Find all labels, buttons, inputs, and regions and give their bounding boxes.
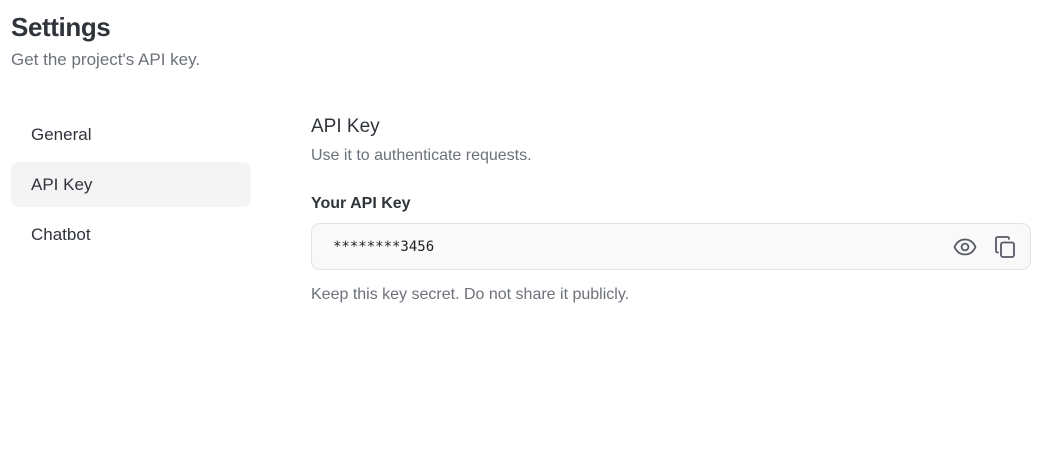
section-title: API Key [311, 116, 380, 137]
api-key-section: API Key Use it to authenticate requests.… [311, 114, 1031, 306]
settings-sidebar: General API Key Chatbot [11, 112, 251, 262]
sidebar-item-label: Chatbot [31, 224, 91, 244]
sidebar-item-label: General [31, 124, 92, 144]
api-key-label: Your API Key [311, 195, 411, 212]
copy-icon[interactable] [988, 230, 1022, 264]
api-key-field[interactable]: ********3456 [311, 223, 1031, 270]
section-description: Use it to authenticate requests. [311, 147, 532, 164]
page-title: Settings [11, 12, 111, 42]
api-key-helper-text: Keep this key secret. Do not share it pu… [311, 286, 630, 303]
sidebar-item-chatbot[interactable]: Chatbot [11, 212, 251, 257]
settings-page: Settings Get the project's API key. Gene… [0, 0, 1054, 468]
sidebar-item-general[interactable]: General [11, 112, 251, 157]
api-key-value[interactable]: ********3456 [333, 239, 434, 255]
sidebar-item-label: API Key [31, 174, 93, 194]
page-subtitle: Get the project's API key. [11, 50, 201, 69]
sidebar-item-api-key[interactable]: API Key [11, 162, 251, 207]
eye-icon[interactable] [948, 230, 982, 264]
api-key-actions [948, 224, 1022, 269]
